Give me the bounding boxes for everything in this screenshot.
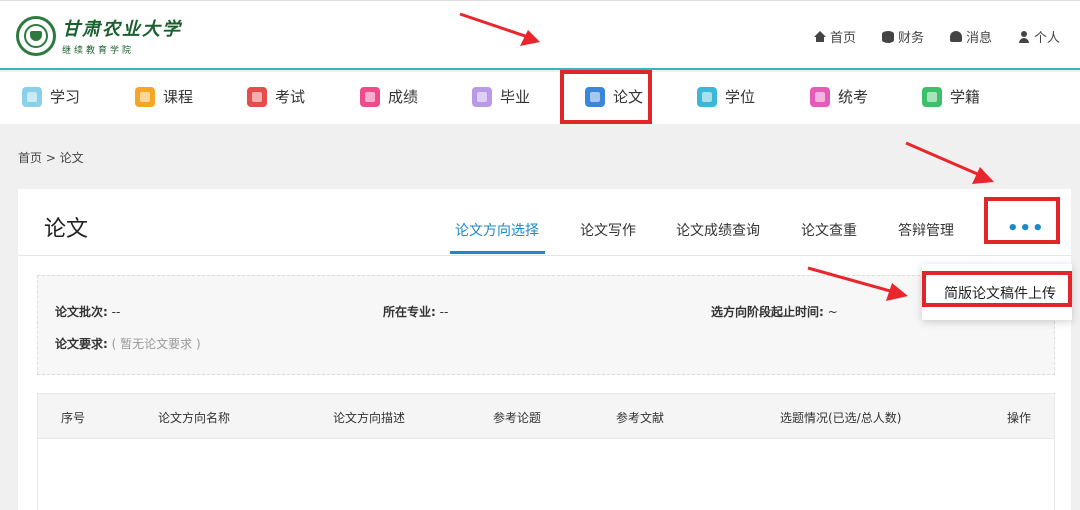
certificate-icon bbox=[472, 86, 492, 107]
column-header: 论文方向描述 bbox=[333, 411, 406, 425]
messages-link[interactable]: 消息 bbox=[949, 27, 992, 46]
bell-icon bbox=[949, 31, 962, 42]
university-logo[interactable]: 甘肃农业大学 继续教育学院 bbox=[16, 15, 182, 56]
profile-link-label: 个人 bbox=[1033, 31, 1060, 46]
logo-subtitle: 继续教育学院 bbox=[62, 46, 135, 56]
nav-item-unified-exam[interactable]: 统考 bbox=[810, 86, 868, 107]
stage-label: 选方向阶段起止时间: bbox=[711, 305, 824, 319]
column-header: 序号 bbox=[61, 411, 86, 425]
nav-item-label: 课程 bbox=[163, 88, 194, 106]
nav-item-degree[interactable]: 学位 bbox=[697, 86, 755, 107]
column-header: 选题情况(已选/总人数) bbox=[780, 411, 902, 425]
major-value: -- bbox=[439, 305, 449, 319]
finance-link[interactable]: 财务 bbox=[881, 27, 924, 46]
profile-link[interactable]: 个人 bbox=[1018, 27, 1060, 46]
nav-item-enrollment[interactable]: 学籍 bbox=[922, 86, 980, 107]
nav-item-label: 学位 bbox=[725, 88, 756, 106]
home-link[interactable]: 首页 bbox=[813, 27, 856, 46]
column-header: 参考文献 bbox=[616, 411, 665, 425]
nav-item-label: 毕业 bbox=[500, 88, 531, 106]
user-icon bbox=[1018, 30, 1030, 43]
requirement-label: 论文要求: bbox=[55, 337, 108, 351]
page-title: 论文 bbox=[44, 217, 89, 242]
major-label: 所在专业: bbox=[383, 305, 436, 319]
active-tab-underline bbox=[450, 251, 545, 254]
server-icon bbox=[922, 86, 942, 107]
major-info: 所在专业: -- bbox=[383, 303, 448, 320]
tab-score-query[interactable]: 论文成绩查询 bbox=[676, 220, 760, 240]
top-header: 甘肃农业大学 继续教育学院 首页 财务 消息 个人 bbox=[0, 0, 1080, 70]
pencil-icon bbox=[247, 86, 267, 107]
database-icon bbox=[881, 30, 894, 43]
nav-item-label: 成绩 bbox=[388, 88, 419, 106]
finance-link-label: 财务 bbox=[897, 31, 924, 46]
column-header: 论文方向名称 bbox=[158, 411, 231, 425]
nav-item-label: 统考 bbox=[838, 88, 869, 106]
thesis-panel: 论文 论文方向选择 论文写作 论文成绩查询 论文查重 答辩管理 ••• 论文批次… bbox=[18, 189, 1071, 510]
book-icon bbox=[22, 86, 42, 107]
graduation-cap-icon bbox=[697, 86, 717, 107]
bookmark-icon bbox=[135, 86, 155, 107]
stage-value: ~ bbox=[827, 305, 838, 319]
batch-label: 论文批次: bbox=[55, 305, 108, 319]
column-header: 参考论题 bbox=[493, 411, 542, 425]
more-highlight-box bbox=[984, 197, 1060, 244]
university-emblem-icon bbox=[16, 15, 56, 56]
thesis-info-box: 论文批次: -- 所在专业: -- 选方向阶段起止时间: ~ 论文要求: ( 暂… bbox=[37, 275, 1055, 375]
tab-thesis-writing[interactable]: 论文写作 bbox=[580, 220, 636, 240]
score-icon bbox=[360, 86, 380, 107]
home-icon bbox=[813, 30, 826, 43]
thesis-highlight-box bbox=[560, 70, 652, 124]
tab-direction-selection[interactable]: 论文方向选择 bbox=[455, 220, 539, 240]
table-header: 序号 论文方向名称 论文方向描述 参考论题 参考文献 选题情况(已选/总人数) … bbox=[37, 393, 1055, 439]
nav-item-label: 学籍 bbox=[950, 88, 981, 106]
more-dropdown-menu: 简版论文稿件上传 bbox=[922, 264, 1072, 320]
requirement-info: 论文要求: ( 暂无论文要求 ) bbox=[55, 335, 201, 352]
logo-title: 甘肃农业大学 bbox=[62, 19, 182, 40]
requirement-value: ( 暂无论文要求 ) bbox=[111, 337, 201, 351]
column-header: 操作 bbox=[1007, 411, 1032, 425]
tab-plagiarism-check[interactable]: 论文查重 bbox=[801, 220, 857, 240]
top-links: 首页 财务 消息 个人 bbox=[813, 27, 1060, 46]
nav-item-label: 学习 bbox=[50, 88, 81, 106]
messages-link-label: 消息 bbox=[965, 31, 992, 46]
main-nav: 学习 课程 考试 成绩 毕业 论文 学位 统考 学籍 bbox=[0, 72, 1080, 124]
nav-item-grades[interactable]: 成绩 bbox=[360, 86, 418, 107]
breadcrumb: 首页 > 论文 bbox=[18, 151, 84, 165]
batch-value: -- bbox=[111, 305, 121, 319]
simple-draft-upload-item[interactable]: 简版论文稿件上传 bbox=[922, 271, 1072, 307]
exam-paper-icon bbox=[810, 86, 830, 107]
arrow-to-more-button bbox=[905, 141, 994, 184]
nav-item-graduation[interactable]: 毕业 bbox=[472, 86, 530, 107]
nav-item-courses[interactable]: 课程 bbox=[135, 86, 193, 107]
nav-item-exams[interactable]: 考试 bbox=[247, 86, 305, 107]
nav-item-study[interactable]: 学习 bbox=[22, 86, 80, 107]
tab-defense-management[interactable]: 答辩管理 bbox=[898, 220, 954, 240]
home-link-label: 首页 bbox=[829, 31, 856, 46]
table-body bbox=[37, 439, 1055, 510]
batch-info: 论文批次: -- bbox=[55, 303, 120, 320]
nav-item-label: 考试 bbox=[275, 88, 306, 106]
tabs-divider bbox=[18, 255, 1071, 256]
stage-info: 选方向阶段起止时间: ~ bbox=[711, 303, 838, 320]
